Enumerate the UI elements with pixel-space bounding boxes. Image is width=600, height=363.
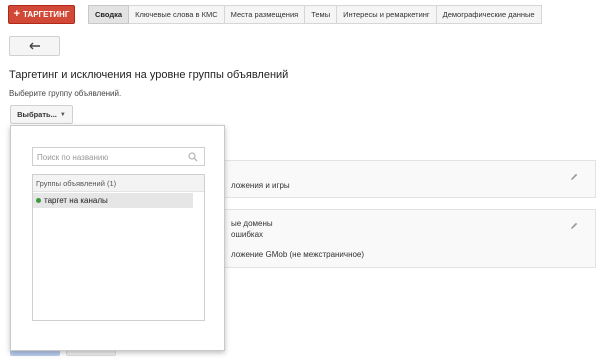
page-subtitle: Выберите группу объявлений. bbox=[9, 89, 122, 98]
plus-icon: + bbox=[13, 8, 21, 20]
add-targeting-label: ТАРГЕТИНГ bbox=[23, 10, 70, 19]
search-box bbox=[32, 147, 205, 166]
targeting-card: ложения и игры bbox=[224, 160, 596, 198]
add-targeting-button[interactable]: + ТАРГЕТИНГ bbox=[8, 5, 75, 24]
card-text: ошибках bbox=[231, 230, 264, 239]
card-text: ложение GMob (не межстраничное) bbox=[231, 250, 365, 259]
tab-topics[interactable]: Темы bbox=[305, 5, 338, 24]
card-text: ые домены bbox=[231, 219, 273, 228]
pencil-icon[interactable] bbox=[569, 172, 579, 182]
page-title: Таргетинг и исключения на уровне группы … bbox=[9, 69, 289, 81]
tab-summary[interactable]: Сводка bbox=[88, 5, 130, 24]
arrow-left-icon bbox=[29, 42, 40, 50]
ad-group-select-button[interactable]: Выбрать... ▼ bbox=[10, 105, 73, 124]
tab-demographics[interactable]: Демографические данные bbox=[436, 5, 542, 24]
ad-group-list: Группы объявлений (1) таргет на каналы bbox=[32, 174, 205, 321]
list-item[interactable]: таргет на каналы bbox=[33, 193, 193, 208]
tab-placements[interactable]: Места размещения bbox=[224, 5, 306, 24]
tab-interests-remarketing[interactable]: Интересы и ремаркетинг bbox=[337, 5, 437, 24]
search-icon bbox=[188, 152, 198, 162]
card-text: ложения и игры bbox=[231, 181, 290, 190]
pencil-icon[interactable] bbox=[569, 221, 579, 231]
status-dot-icon bbox=[36, 198, 41, 203]
exclusions-card: ые домены ошибках ложение GMob (не межст… bbox=[224, 209, 596, 268]
select-label: Выбрать... bbox=[17, 110, 57, 119]
tab-display-keywords[interactable]: Ключевые слова в КМС bbox=[129, 5, 225, 24]
list-item-label: таргет на каналы bbox=[44, 196, 108, 205]
back-button[interactable] bbox=[9, 36, 60, 56]
list-header: Группы объявлений (1) bbox=[33, 175, 204, 192]
ad-group-picker-popup: Группы объявлений (1) таргет на каналы bbox=[10, 125, 225, 351]
search-input[interactable] bbox=[37, 150, 187, 164]
tab-bar: Сводка Ключевые слова в КМС Места размещ… bbox=[88, 5, 542, 24]
chevron-down-icon: ▼ bbox=[59, 111, 66, 118]
